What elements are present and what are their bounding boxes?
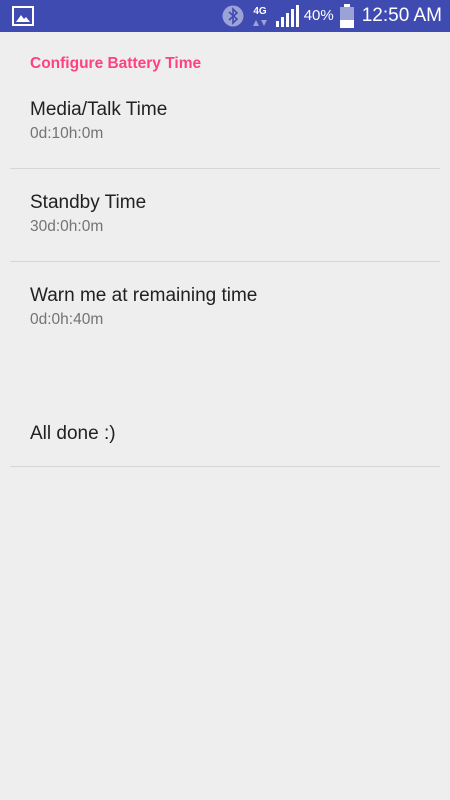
standby-time-pref[interactable]: Standby Time 30d:0h:0m — [30, 191, 146, 237]
all-done-pref[interactable]: All done :) — [30, 422, 116, 446]
signal-icon — [275, 5, 299, 27]
network-4g-icon: 4G — [252, 6, 267, 26]
pref-summary: 0d:0h:40m — [30, 311, 104, 328]
status-bar: 4G 40% 12:50 AM — [0, 0, 450, 32]
pref-title: Standby Time — [30, 192, 147, 213]
gallery-icon — [12, 6, 34, 26]
pref-title: Media/Talk Time — [30, 99, 168, 120]
pref-summary: 30d:0h:0m — [30, 218, 104, 235]
status-clock: 12:50 AM — [361, 5, 442, 26]
warn-remaining-time-pref[interactable]: Warn me at remaining time 0d:0h:40m — [30, 284, 257, 330]
divider — [10, 168, 440, 169]
media-talk-time-pref[interactable]: Media/Talk Time 0d:10h:0m — [30, 98, 167, 144]
pref-summary: 0d:10h:0m — [30, 125, 104, 142]
category-title: Configure Battery Time — [30, 55, 202, 72]
bluetooth-icon — [222, 5, 244, 27]
battery-icon — [339, 4, 354, 28]
pref-title: All done :) — [30, 423, 116, 444]
divider — [10, 466, 440, 467]
status-icons: 4G 40% 12:50 AM — [216, 0, 442, 32]
divider — [10, 261, 440, 262]
battery-percent: 40% — [303, 7, 334, 24]
pref-title: Warn me at remaining time — [30, 285, 258, 306]
network-type-label: 4G — [253, 6, 267, 17]
